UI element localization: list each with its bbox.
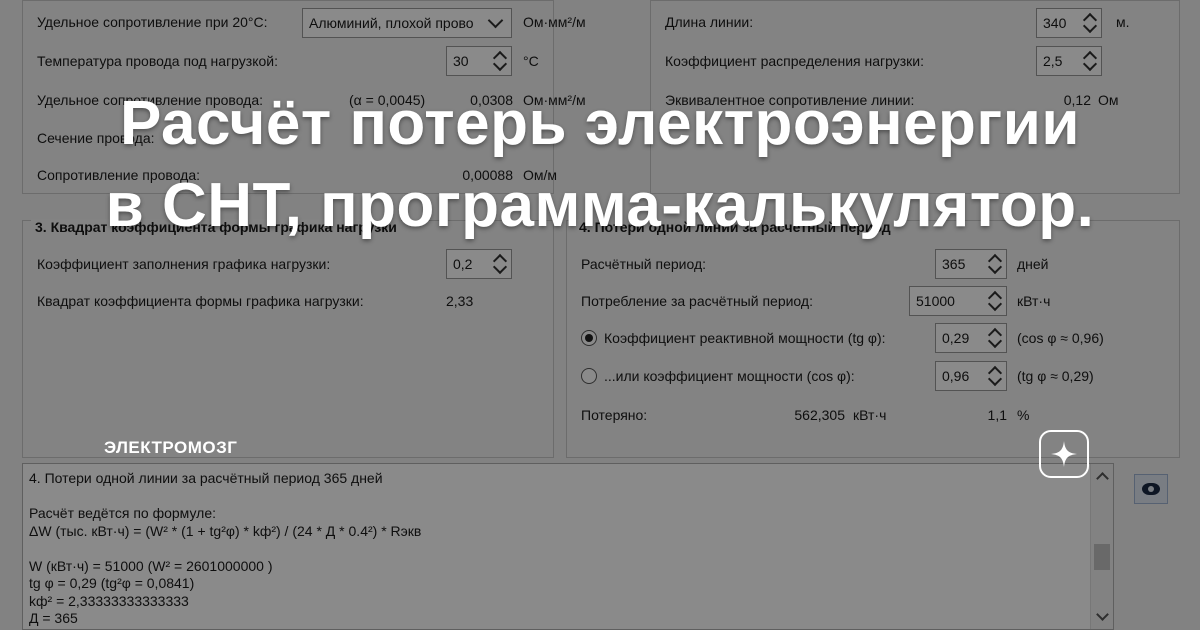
headline-line-2: в СНТ, программа-калькулятор.: [105, 171, 1095, 240]
brand-name: ЭЛЕКТРОМОЗГ: [104, 438, 238, 457]
sparkle-icon: [1039, 430, 1089, 478]
headline-line-1: Расчёт потерь электроэнергии: [120, 89, 1080, 158]
